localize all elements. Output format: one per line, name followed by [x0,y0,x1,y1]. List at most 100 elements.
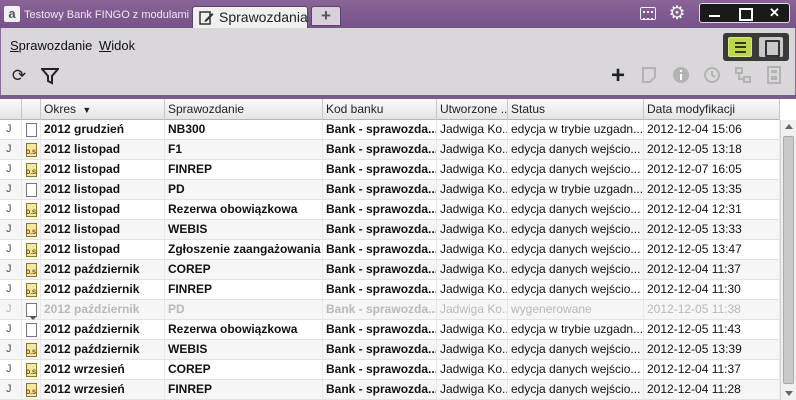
generated-document-icon [26,303,37,320]
table-row[interactable]: J 2012 wrzesień COREP Bank - sprawozda... Ja… [0,360,780,380]
cell-icon: D.S [22,200,41,220]
table-row[interactable]: J 2012 grudzień NB300 Bank - sprawozda... Ja… [0,120,780,140]
maximize-icon[interactable] [730,5,759,21]
cell-status: edycja danych wejścio... [508,160,644,180]
card-view-icon[interactable] [759,37,783,57]
calculator-icon [764,66,784,86]
info-icon [671,66,691,86]
cell-data-modyfikacji: 2012-12-05 11:43 [644,320,780,340]
cell-icon: D.S [22,220,41,240]
menu-report[interactable]: Sprawozdanie [10,38,92,53]
cell-utworzone: Jadwiga Ko... [437,200,508,220]
table-row[interactable]: J 2012 listopad Zgłoszenie zaangażowania Ba… [0,240,780,260]
dataset-icon-label: D.S [26,250,37,256]
cell-utworzone: Jadwiga Ko... [437,300,508,320]
row-flag: J [0,200,22,220]
cell-okres: 2012 listopad [41,200,165,220]
cell-data-modyfikacji: 2012-12-05 13:35 [644,180,780,200]
table-row[interactable]: J 2012 październik PD Bank - sprawozda... Ja… [0,300,780,320]
cell-kod-banku: Bank - sprawozda... [323,200,437,220]
sort-desc-icon: ▼ [82,105,92,115]
close-icon[interactable] [760,5,789,21]
col-header-okres-label: Okres [44,102,77,116]
table-row[interactable]: J 2012 wrzesień FINREP Bank - sprawozda... J… [0,380,780,400]
dataset-icon: D.S [26,203,37,217]
reports-grid: Okres ▼ Sprawozdanie Kod banku Utworzone… [0,99,796,400]
table-row[interactable]: J 2012 październik FINREP Bank - sprawozda.… [0,280,780,300]
add-icon[interactable]: + [608,64,628,88]
cell-sprawozdanie: COREP [165,360,323,380]
col-header-sprawozdanie[interactable]: Sprawozdanie [165,99,323,120]
cell-status: edycja danych wejścio... [508,340,644,360]
refresh-icon[interactable]: ⟳ [9,66,29,86]
cell-status: wygenerowane [508,300,644,320]
menu-report-mnemonic: S [10,38,19,53]
cell-okres: 2012 grudzień [41,120,165,140]
scroll-thumb[interactable] [783,136,794,384]
cell-utworzone: Jadwiga Ko... [437,120,508,140]
dataset-icon: D.S [26,363,37,377]
col-header-okres[interactable]: Okres ▼ [41,99,165,120]
col-header-status[interactable]: Status [508,99,644,120]
dataset-icon: D.S [26,163,37,177]
table-row[interactable]: J 2012 październik COREP Bank - sprawozda..… [0,260,780,280]
cell-kod-banku: Bank - sprawozda... [323,220,437,240]
cell-icon [22,300,41,320]
col-header-utworzone[interactable]: Utworzone ... [437,99,508,120]
cell-status: edycja danych wejścio... [508,140,644,160]
tab-bank[interactable]: Testowy Bank FINGO z modulami [24,6,189,24]
cell-kod-banku: Bank - sprawozda... [323,360,437,380]
menu-view[interactable]: Widok [99,38,135,53]
gear-icon[interactable]: ⚙ [667,4,687,24]
cell-status: edycja w trybie uzgadn... [508,120,644,140]
cell-kod-banku: Bank - sprawozda... [323,160,437,180]
row-flag: J [0,240,22,260]
col-header-kod-banku[interactable]: Kod banku [323,99,437,120]
cell-icon: D.S [22,280,41,300]
dataset-icon-label: D.S [26,150,37,156]
minimize-icon[interactable] [700,5,729,21]
row-flag: J [0,300,22,320]
tree-icon [733,66,753,86]
cell-data-modyfikacji: 2012-12-05 13:18 [644,140,780,160]
table-row[interactable]: J 2012 listopad PD Bank - sprawozda... Jadwi… [0,180,780,200]
cell-data-modyfikacji: 2012-12-05 11:38 [644,300,780,320]
cell-sprawozdanie: F1 [165,140,323,160]
filter-icon[interactable] [39,66,61,86]
cell-sprawozdanie: FINREP [165,280,323,300]
add-tab-button[interactable]: + [311,6,341,26]
cell-status: edycja danych wejścio... [508,260,644,280]
tab-sprawozdania[interactable]: Sprawozdania [192,6,308,28]
cell-sprawozdanie: Rezerwa obowiązkowa [165,200,323,220]
scroll-up-icon[interactable] [785,124,793,129]
cell-status: edycja danych wejścio... [508,360,644,380]
table-row[interactable]: J 2012 listopad WEBIS Bank - sprawozda... Ja… [0,220,780,240]
cell-utworzone: Jadwiga Ko... [437,160,508,180]
tray-icon[interactable] [640,7,656,20]
table-row[interactable]: J 2012 listopad Rezerwa obowiązkowa Bank - … [0,200,780,220]
edit-icon [639,66,659,86]
table-row[interactable]: J 2012 październik WEBIS Bank - sprawozda..… [0,340,780,360]
cell-status: edycja danych wejścio... [508,280,644,300]
list-view-icon[interactable] [728,37,752,57]
scroll-down-icon[interactable] [785,391,793,396]
col-header-data-modyfikacji[interactable]: Data modyfikacji [644,99,780,120]
cell-okres: 2012 wrzesień [41,380,165,400]
table-row[interactable]: J 2012 listopad F1 Bank - sprawozda... Jadwi… [0,140,780,160]
cell-okres: 2012 listopad [41,220,165,240]
cell-sprawozdanie: PD [165,180,323,200]
vertical-scrollbar[interactable] [780,120,796,400]
row-flag: J [0,140,22,160]
table-row[interactable]: J 2012 listopad FINREP Bank - sprawozda... J… [0,160,780,180]
dataset-icon: D.S [26,343,37,357]
cell-utworzone: Jadwiga Ko... [437,220,508,240]
col-header-flag[interactable] [0,99,22,120]
app-logo-icon: a [4,6,20,22]
col-header-icon[interactable] [22,99,41,120]
dataset-icon-label: D.S [26,350,37,356]
cell-okres: 2012 listopad [41,160,165,180]
dataset-icon-label: D.S [26,370,37,376]
dataset-icon: D.S [26,263,37,277]
table-row[interactable]: J 2012 październik Rezerwa obowiązkowa Bank… [0,320,780,340]
cell-sprawozdanie: Rezerwa obowiązkowa [165,320,323,340]
